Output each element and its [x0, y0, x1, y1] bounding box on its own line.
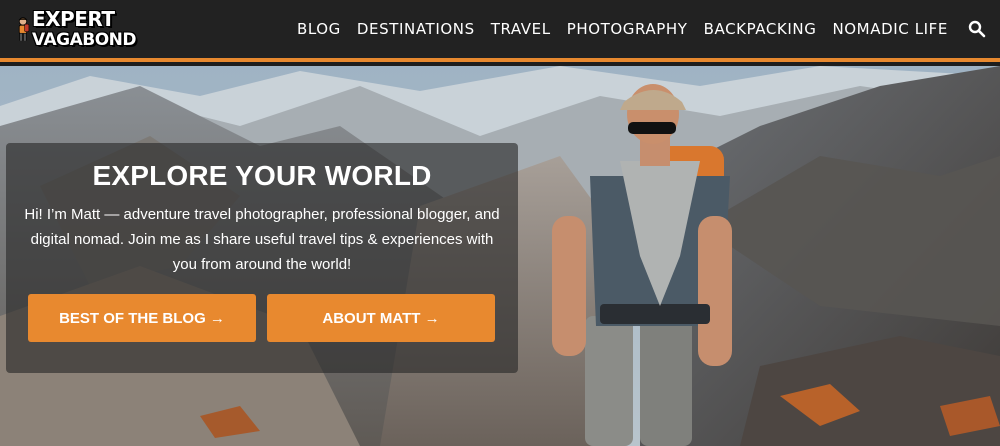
nav-item-destinations[interactable]: DESTINATIONS	[357, 20, 475, 38]
logo-line-1: EXPERT	[31, 7, 115, 31]
logo-wordmark: EXPERT VAGABOND	[31, 7, 137, 51]
logo-line-2: VAGABOND	[31, 30, 137, 50]
best-of-blog-button[interactable]: BEST OF THE BLOG →	[28, 294, 256, 342]
hero-section: EXPLORE YOUR WORLD Hi! I’m Matt — advent…	[0, 66, 1000, 446]
hero-overlay-card: EXPLORE YOUR WORLD Hi! I’m Matt — advent…	[6, 143, 518, 373]
nav-item-travel[interactable]: TRAVEL	[491, 20, 551, 38]
about-matt-button[interactable]: ABOUT MATT →	[267, 294, 495, 342]
search-icon[interactable]	[968, 20, 986, 38]
nav-item-backpacking[interactable]: BACKPACKING	[704, 20, 817, 38]
site-logo[interactable]: EXPERT VAGABOND	[16, 4, 137, 56]
main-nav: BLOG DESTINATIONS TRAVEL PHOTOGRAPHY BAC…	[297, 0, 948, 58]
site-header: EXPERT VAGABOND BLOG DESTINATIONS TRAVEL…	[0, 0, 1000, 62]
hero-title: EXPLORE YOUR WORLD	[92, 160, 432, 191]
nav-item-blog[interactable]: BLOG	[297, 20, 341, 38]
mascot-logo-icon	[18, 17, 30, 43]
nav-item-photography[interactable]: PHOTOGRAPHY	[567, 20, 688, 38]
hero-description: Hi! I’m Matt — adventure travel photogra…	[24, 206, 500, 273]
nav-item-nomadic-life[interactable]: NOMADIC LIFE	[832, 20, 948, 38]
